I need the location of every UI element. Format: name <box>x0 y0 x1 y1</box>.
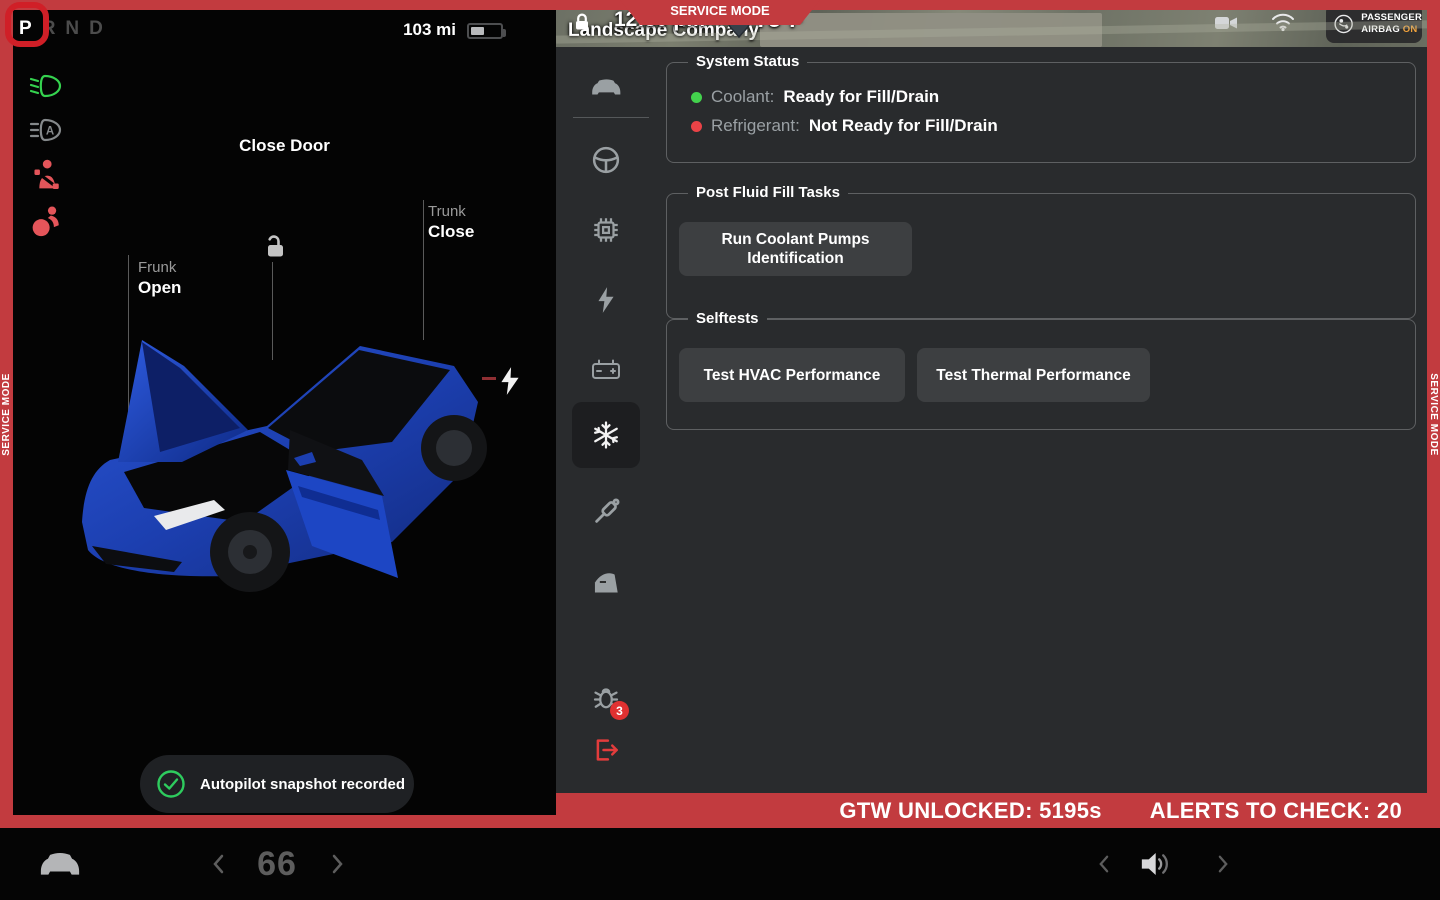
volume-up-chevron[interactable] <box>1205 828 1241 900</box>
refrigerant-status-row: Refrigerant: Not Ready for Fill/Drain <box>691 116 998 136</box>
tab-steering[interactable] <box>581 135 631 185</box>
vehicle-3d-render[interactable] <box>62 310 502 605</box>
screen: P R N D 103 mi A <box>0 0 1440 900</box>
coolant-label: Coolant: <box>711 87 774 107</box>
refrigerant-value: Not Ready for Fill/Drain <box>809 116 998 136</box>
gear-neutral[interactable]: N <box>65 18 79 40</box>
service-mode-border-bottom <box>0 815 556 828</box>
service-mode-banner: SERVICE MODE <box>620 0 820 25</box>
tab-suspension[interactable] <box>581 487 631 537</box>
tab-thermal-hvac-selected[interactable] <box>572 402 640 468</box>
check-circle-icon <box>156 769 186 799</box>
battery-icon[interactable] <box>467 23 503 39</box>
tab-low-voltage-battery[interactable] <box>581 345 631 395</box>
car-controls-icon[interactable] <box>30 828 90 900</box>
temp-down-chevron[interactable] <box>200 828 236 900</box>
tab-computer[interactable] <box>581 205 631 255</box>
volume-down-chevron[interactable] <box>1085 828 1121 900</box>
airbag-line2: AIRBAG <box>1361 24 1403 35</box>
selftests-group: Selftests Test HVAC Performance Test The… <box>666 319 1416 430</box>
tab-closures-door[interactable] <box>581 557 631 607</box>
gtw-unlocked-text: GTW UNLOCKED: 5195s <box>839 798 1101 824</box>
frunk-label[interactable]: Frunk Open <box>138 259 181 298</box>
unlocked-padlock-icon[interactable] <box>260 232 288 265</box>
alerts-to-check-text: ALERTS TO CHECK: 20 <box>1150 798 1402 824</box>
gear-drive[interactable]: D <box>89 18 103 40</box>
close-door-label[interactable]: Close Door <box>13 136 556 156</box>
coolant-status-dot <box>691 92 702 103</box>
wifi-icon[interactable] <box>1270 12 1296 37</box>
vehicle-status-panel: P R N D 103 mi A <box>13 10 556 816</box>
service-mode-left-text: SERVICE MODE <box>1 373 12 456</box>
airbag-icon <box>1332 9 1355 39</box>
run-coolant-pumps-button[interactable]: Run Coolant Pumps Identification <box>679 222 912 276</box>
trunk-label[interactable]: Trunk Close <box>428 203 474 242</box>
service-content: 3 System Status Coolant: Ready for F <box>556 47 1427 793</box>
tab-debug[interactable]: 3 <box>581 672 631 722</box>
map-redaction-box <box>760 13 1102 47</box>
battery-nub <box>503 29 506 37</box>
volume-icon[interactable] <box>1130 828 1186 900</box>
toast-text: Autopilot snapshot recorded <box>200 776 405 793</box>
airbag-warning-icon <box>29 204 63 238</box>
service-mode-border-left: SERVICE MODE <box>0 0 13 828</box>
seatbelt-warning-icon <box>29 158 63 192</box>
sidebar-divider <box>573 117 649 118</box>
cabin-temperature[interactable]: 66 <box>246 828 308 900</box>
locked-padlock-icon[interactable] <box>572 12 592 37</box>
app-dock: 66 ♪ <box>0 828 1440 900</box>
test-thermal-button[interactable]: Test Thermal Performance <box>917 348 1150 402</box>
tab-vehicle[interactable] <box>581 62 631 112</box>
tab-exit-service[interactable] <box>581 725 631 775</box>
service-mode-right-text: SERVICE MODE <box>1428 373 1439 456</box>
test-hvac-button[interactable]: Test HVAC Performance <box>679 348 905 402</box>
airbag-status: ON <box>1403 24 1418 35</box>
service-mode-banner-text: SERVICE MODE <box>670 3 769 18</box>
gtw-alert-banner: GTW UNLOCKED: 5195s ALERTS TO CHECK: 20 <box>556 793 1440 828</box>
refrigerant-label: Refrigerant: <box>711 116 800 136</box>
autopilot-toast: Autopilot snapshot recorded <box>140 755 414 813</box>
service-mode-panel: New Image Landscape Company 12:30 pm 73°… <box>556 0 1427 793</box>
temp-up-chevron[interactable] <box>320 828 356 900</box>
battery-range: 103 mi <box>403 20 456 40</box>
debug-alert-badge: 3 <box>610 701 629 720</box>
refrigerant-status-dot <box>691 121 702 132</box>
service-mode-border-right: SERVICE MODE <box>1427 0 1440 828</box>
battery-fill <box>471 27 484 35</box>
low-beam-icon <box>29 71 63 105</box>
system-status-title: System Status <box>688 53 807 70</box>
coolant-value: Ready for Fill/Drain <box>783 87 939 107</box>
system-status-group: System Status Coolant: Ready for Fill/Dr… <box>666 62 1416 163</box>
selftests-title: Selftests <box>688 310 767 327</box>
airbag-line1: PASSENGER <box>1361 12 1422 23</box>
tab-high-voltage[interactable] <box>581 275 631 325</box>
post-fluid-title: Post Fluid Fill Tasks <box>688 184 848 201</box>
post-fluid-fill-group: Post Fluid Fill Tasks Run Coolant Pumps … <box>666 193 1416 319</box>
dashcam-icon[interactable] <box>1214 14 1238 37</box>
coolant-status-row: Coolant: Ready for Fill/Drain <box>691 87 939 107</box>
park-gear-annotation-circle <box>5 2 49 47</box>
